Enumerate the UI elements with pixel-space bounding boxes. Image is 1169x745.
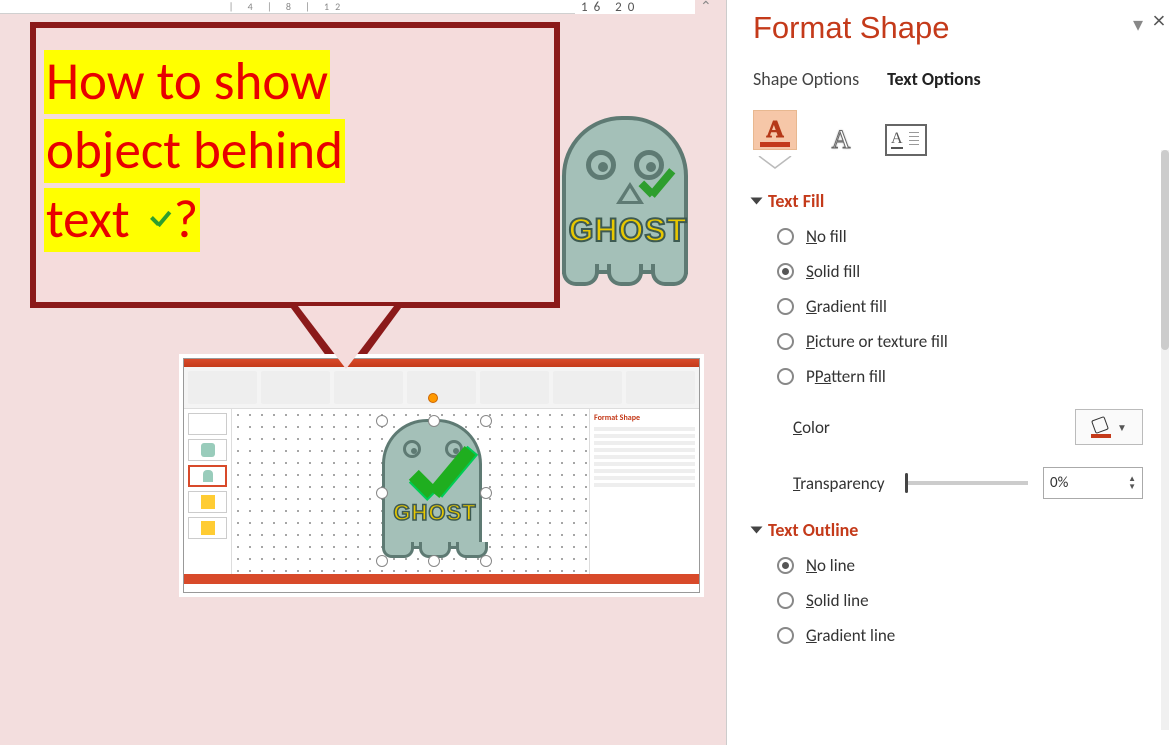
- ghost-feet: [562, 264, 688, 286]
- resize-handle-icon: [428, 555, 440, 567]
- radio-no-fill[interactable]: No fill: [777, 226, 1143, 247]
- expand-triangle-icon: [751, 527, 763, 534]
- thumb-editor-area: GHOST: [232, 409, 589, 574]
- thumb-titlebar: [184, 359, 699, 367]
- callout-line-2: object behind: [44, 119, 345, 183]
- thumb-checkmark-icon: [404, 439, 480, 515]
- color-picker-button[interactable]: ▼: [1075, 409, 1143, 445]
- powerpoint-thumbnail: GHOST Format Shape: [183, 358, 700, 593]
- ghost-overlay-checkmark-icon: [636, 165, 680, 209]
- section-text-outline-title: Text Outline: [768, 519, 858, 541]
- text-effects-icon[interactable]: A: [823, 122, 859, 158]
- radio-solid-line-input[interactable]: [777, 592, 794, 609]
- radio-gradient-fill[interactable]: Gradient fill: [777, 296, 1143, 317]
- radio-no-line[interactable]: No line: [777, 555, 1143, 576]
- radio-picture-fill[interactable]: Picture or texture fill: [777, 331, 1143, 352]
- ruler-collapse-icon[interactable]: ⌃: [700, 0, 712, 15]
- panel-scrollbar[interactable]: [1161, 150, 1169, 730]
- section-text-fill-title: Text Fill: [768, 190, 824, 212]
- thumb-slide-3-selected: [188, 465, 227, 487]
- thumb-slide-5: [188, 517, 227, 539]
- text-fill-icon[interactable]: A: [753, 110, 797, 150]
- callout-text: How to show object behind text ?: [44, 48, 345, 255]
- paint-bucket-icon: [1091, 418, 1111, 436]
- expand-triangle-icon: [751, 198, 763, 205]
- ghost-body: GHOST: [562, 116, 688, 274]
- transparency-value: 0%: [1050, 474, 1068, 492]
- ruler-marks: | 4 | 8 | 12: [229, 0, 346, 13]
- section-text-fill-header[interactable]: Text Fill: [753, 190, 1143, 212]
- radio-no-fill-input[interactable]: [777, 228, 794, 245]
- transparency-label: Transparency: [793, 473, 885, 494]
- thumb-format-title: Format Shape: [594, 413, 695, 423]
- resize-handle-icon: [376, 555, 388, 567]
- format-shape-panel: Format Shape ▾ × Shape Options Text Opti…: [726, 0, 1169, 745]
- radio-gradient-line-input[interactable]: [777, 627, 794, 644]
- question-callout[interactable]: How to show object behind text ?: [30, 22, 560, 308]
- radio-pattern-fill[interactable]: PPattern fill: [777, 366, 1143, 387]
- ghost-shape[interactable]: GHOST: [562, 116, 688, 284]
- radio-gradient-line[interactable]: Gradient line: [777, 625, 1143, 646]
- callout-line-3-post: ?: [174, 188, 199, 252]
- resize-handle-icon: [376, 487, 388, 499]
- section-text-outline-header[interactable]: Text Outline: [753, 519, 1143, 541]
- dropdown-caret-icon: ▼: [1117, 421, 1127, 434]
- radio-gradient-fill-input[interactable]: [777, 298, 794, 315]
- ghost-label-text: GHOST: [558, 212, 698, 249]
- panel-close-icon[interactable]: ×: [1153, 6, 1165, 35]
- radio-no-line-input[interactable]: [777, 557, 794, 574]
- radio-solid-fill-input[interactable]: [777, 263, 794, 280]
- radio-solid-fill[interactable]: Solid fill: [777, 261, 1143, 282]
- panel-collapse-chevron-icon[interactable]: ▾: [1133, 12, 1143, 37]
- tab-text-options[interactable]: Text Options: [887, 68, 981, 90]
- resize-handle-icon: [480, 555, 492, 567]
- callout-line-3-pre: text: [44, 188, 144, 252]
- transparency-slider[interactable]: [908, 481, 1028, 485]
- thumb-statusbar: [184, 574, 699, 584]
- checkmark-icon: [146, 209, 174, 237]
- thumb-slide-2: [188, 439, 227, 461]
- slide-canvas: | 4 | 8 | 12 16 20 ⌃ How to show object …: [0, 0, 727, 745]
- color-label: Color: [793, 417, 830, 438]
- resize-handle-icon: [428, 415, 440, 427]
- radio-picture-fill-input[interactable]: [777, 333, 794, 350]
- radio-pattern-fill-input[interactable]: [777, 368, 794, 385]
- thumb-slide-1: [188, 413, 227, 435]
- text-fill-icon-selected-caret: [753, 156, 797, 170]
- transparency-spinner[interactable]: 0% ▲▼: [1043, 467, 1143, 499]
- thumb-slide-4: [188, 491, 227, 513]
- callout-line-1: How to show: [44, 50, 330, 114]
- thumb-ribbon: [184, 367, 699, 409]
- spinner-arrows-icon[interactable]: ▲▼: [1128, 475, 1136, 491]
- rotate-handle-icon: [428, 393, 438, 403]
- ruler-zoom-marks: 16 20: [575, 0, 695, 14]
- thumb-slide-panel: [184, 409, 232, 574]
- tab-shape-options[interactable]: Shape Options: [753, 68, 859, 90]
- thumb-format-pane: Format Shape: [589, 409, 699, 574]
- resize-handle-icon: [376, 415, 388, 427]
- textbox-icon[interactable]: A: [885, 124, 927, 156]
- resize-handle-icon: [480, 487, 492, 499]
- radio-solid-line[interactable]: Solid line: [777, 590, 1143, 611]
- resize-handle-icon: [480, 415, 492, 427]
- panel-title: Format Shape: [753, 10, 949, 46]
- horizontal-ruler: | 4 | 8 | 12: [0, 0, 575, 14]
- ghost-eye-left-icon: [586, 150, 616, 180]
